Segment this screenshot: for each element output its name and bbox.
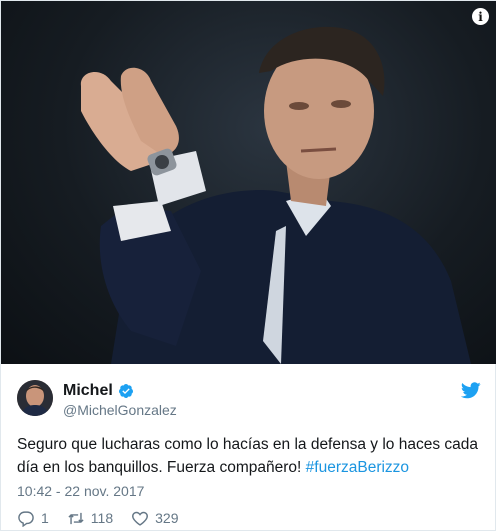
reply-button[interactable]: 1	[17, 510, 49, 527]
twitter-bird-icon[interactable]	[461, 382, 481, 399]
retweet-icon	[68, 512, 84, 524]
photo-illustration	[80, 26, 471, 364]
hashtag-link[interactable]: #fuerzaBerizzo	[306, 459, 409, 476]
avatar-image	[17, 380, 53, 416]
tweet-photo[interactable]: i	[1, 1, 496, 364]
reply-icon	[18, 510, 34, 527]
tweet-header: Michel @MichelGonzalez	[17, 378, 481, 422]
like-count: 329	[155, 510, 179, 526]
reply-count: 1	[41, 510, 49, 526]
tweet-text: Seguro que lucharas como lo hacías en la…	[17, 433, 483, 479]
tweet-timestamp[interactable]: 10:42 - 22 nov. 2017	[17, 483, 144, 499]
avatar[interactable]	[17, 380, 53, 416]
tweet-card: i Michel @MichelGonzalez Seguro que luch…	[0, 0, 496, 531]
like-icon	[132, 511, 149, 526]
verified-icon	[118, 384, 133, 398]
like-button[interactable]: 329	[131, 510, 178, 527]
author-name-row[interactable]: Michel	[63, 382, 134, 400]
tweet-actions: 1 118 329	[17, 509, 196, 527]
retweet-button[interactable]: 118	[67, 510, 113, 527]
info-glyph: i	[478, 9, 483, 24]
author-display-name: Michel	[63, 382, 113, 399]
author-handle[interactable]: @MichelGonzalez	[63, 402, 177, 418]
retweet-count: 118	[90, 510, 114, 526]
info-icon[interactable]: i	[472, 8, 489, 25]
